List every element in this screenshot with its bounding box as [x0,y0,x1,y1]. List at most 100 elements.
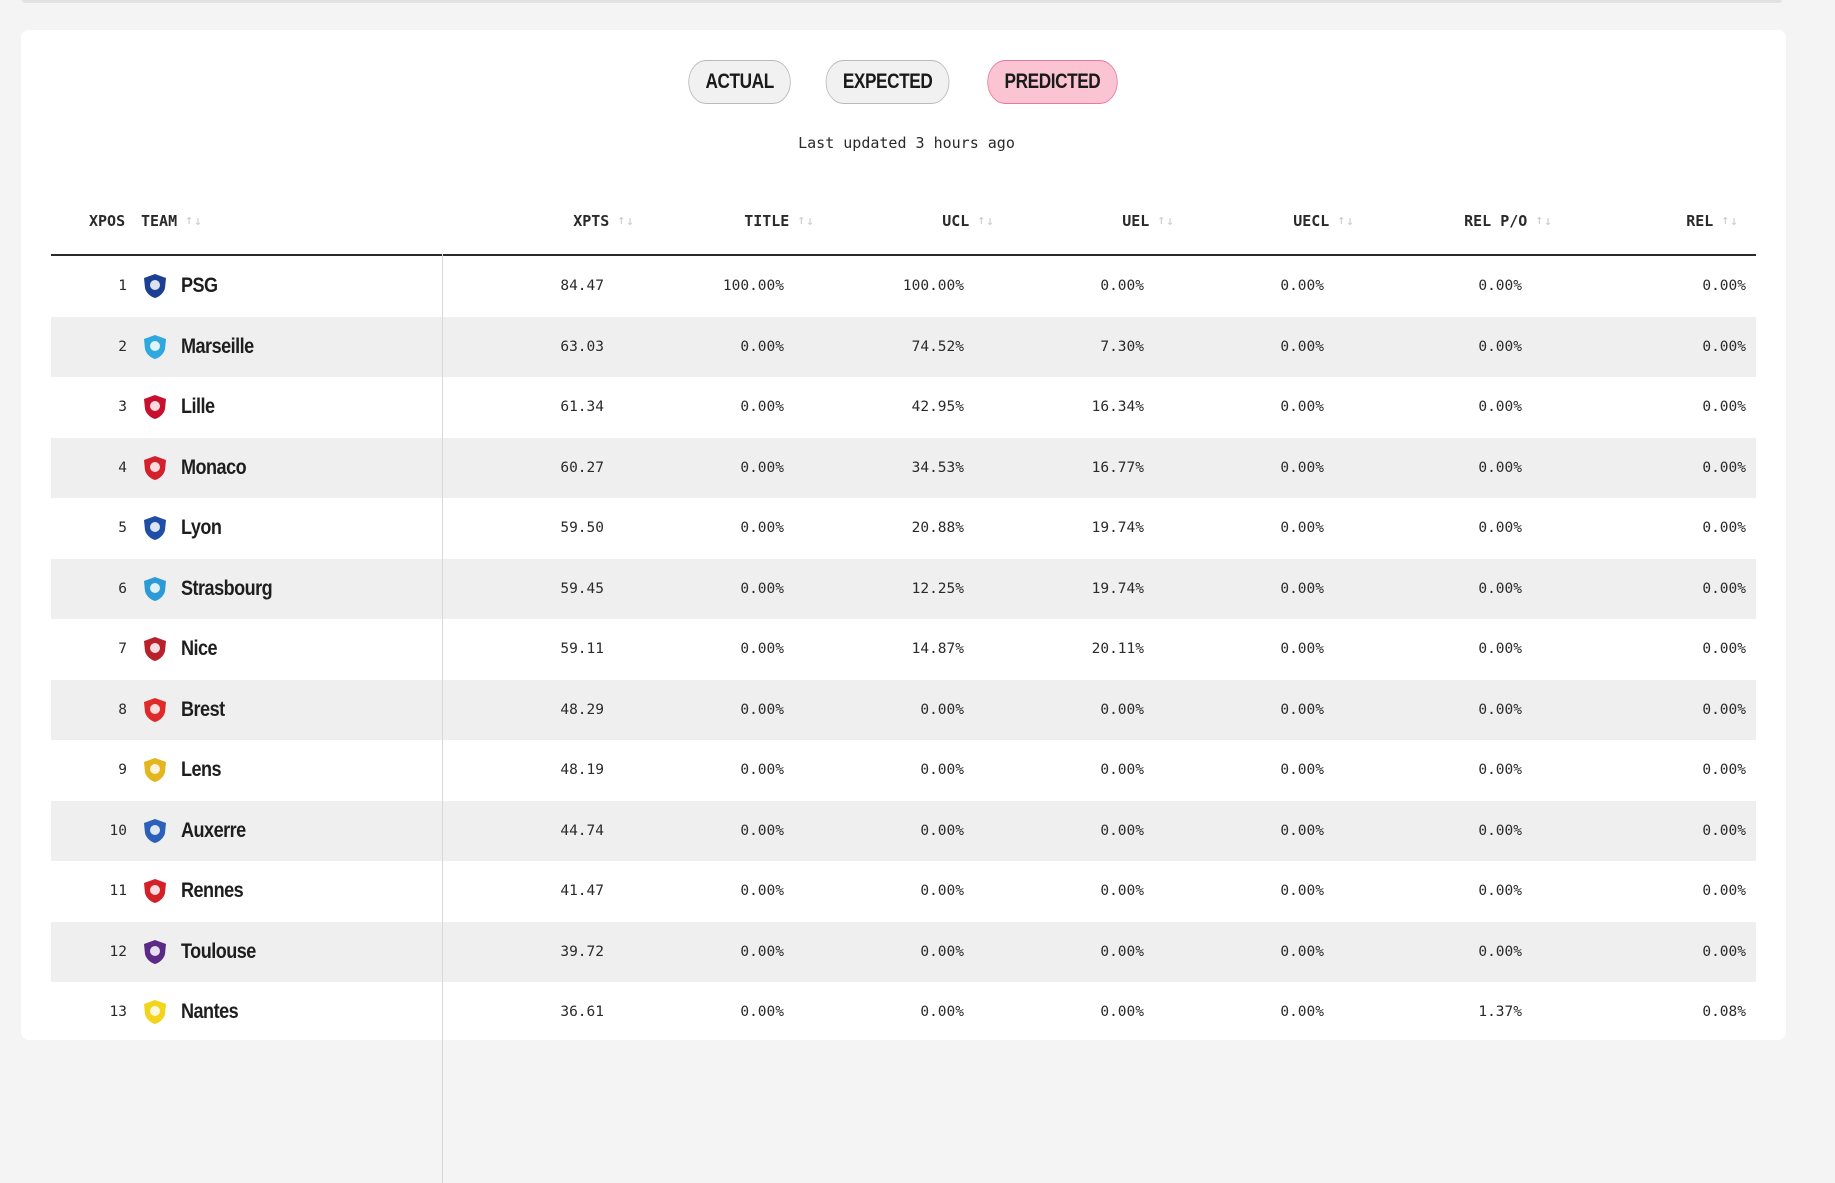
table-row[interactable]: 6 Strasbourg 59.45 0.00% 12.25% 19.74% 0… [51,558,1756,620]
uecl-cell: 0.00% [1280,399,1324,416]
table-row[interactable]: 2 Marseille 63.03 0.00% 74.52% 7.30% 0.0… [51,316,1756,378]
uel-cell: 0.00% [1100,1004,1144,1021]
col-header-rel[interactable]: REL ↑ ↓ [1686,212,1738,230]
col-header-xpts[interactable]: XPTS ↑ ↓ [573,212,634,230]
tab-expected[interactable]: EXPECTED [825,60,950,104]
xpts-cell: 44.74 [560,822,604,839]
team-cell[interactable]: Brest [141,680,232,741]
toulouse-crest-icon [141,938,169,966]
table-row[interactable]: 7 Nice 59.11 0.00% 14.87% 20.11% 0.00% 0… [51,619,1756,680]
table-row[interactable]: 3 Lille 61.34 0.00% 42.95% 16.34% 0.00% … [51,377,1756,438]
table-row[interactable]: 1 PSG 84.47 100.00% 100.00% 0.00% 0.00% … [51,256,1756,317]
col-header-ucl[interactable]: UCL ↑ ↓ [942,212,994,230]
col-header-title[interactable]: TITLE ↑ ↓ [744,212,814,230]
tab-actual[interactable]: ACTUAL [688,60,791,104]
title-cell: 0.00% [740,1004,784,1021]
sort-arrows-icon[interactable]: ↑ ↓ [1535,214,1552,228]
sort-arrows-icon[interactable]: ↑ ↓ [1721,214,1738,228]
rel-cell: 0.00% [1702,883,1746,900]
title-cell: 0.00% [740,883,784,900]
team-name: Lille [181,395,215,419]
title-cell: 0.00% [740,701,784,718]
col-header-team[interactable]: TEAM ↑ ↓ [141,212,202,230]
xpos-cell: 4 [118,459,127,476]
rel-po-cell: 0.00% [1478,399,1522,416]
team-cell[interactable]: Toulouse [141,922,268,983]
uecl-cell: 0.00% [1280,641,1324,658]
team-cell[interactable]: PSG [141,256,224,317]
sort-arrows-icon[interactable]: ↑ ↓ [617,214,634,228]
uecl-cell: 0.00% [1280,1004,1324,1021]
team-cell[interactable]: Monaco [141,438,257,499]
uel-cell: 7.30% [1100,338,1144,355]
tab-predicted[interactable]: PREDICTED [987,60,1118,104]
xpos-cell: 1 [118,278,127,295]
sort-arrows-icon[interactable]: ↑ ↓ [797,214,814,228]
team-name: Lens [181,758,222,782]
rel-po-cell: 0.00% [1478,701,1522,718]
ucl-cell: 74.52% [911,338,964,355]
team-cell[interactable]: Nantes [141,982,247,1043]
sort-arrows-icon[interactable]: ↑ ↓ [1337,214,1354,228]
uel-cell: 16.34% [1091,399,1144,416]
table-row[interactable]: 4 Monaco 60.27 0.00% 34.53% 16.77% 0.00%… [51,437,1756,499]
uecl-cell: 0.00% [1280,701,1324,718]
rel-cell: 0.00% [1702,822,1746,839]
ucl-cell: 0.00% [920,943,964,960]
ucl-cell: 0.00% [920,701,964,718]
rel-po-cell: 0.00% [1478,641,1522,658]
team-cell[interactable]: Rennes [141,861,253,922]
team-name: Brest [181,697,225,721]
ucl-cell: 0.00% [920,822,964,839]
table-row[interactable]: 10 Auxerre 44.74 0.00% 0.00% 0.00% 0.00%… [51,800,1756,862]
team-name: Nice [181,637,218,661]
team-cell[interactable]: Auxerre [141,801,256,862]
team-cell[interactable]: Strasbourg [141,559,287,620]
top-strip [22,0,1782,3]
xpts-cell: 39.72 [560,943,604,960]
col-header-uecl[interactable]: UECL ↑ ↓ [1293,212,1354,230]
brest-crest-icon [141,696,169,724]
psg-crest-icon [141,272,169,300]
xpts-cell: 63.03 [560,338,604,355]
uel-cell: 16.77% [1091,459,1144,476]
table-row[interactable]: 12 Toulouse 39.72 0.00% 0.00% 0.00% 0.00… [51,921,1756,983]
sort-arrows-icon[interactable]: ↑ ↓ [977,214,994,228]
rel-cell: 0.00% [1702,278,1746,295]
rel-cell: 0.00% [1702,520,1746,537]
table-row[interactable]: 13 Nantes 36.61 0.00% 0.00% 0.00% 0.00% … [51,982,1756,1043]
col-header-rel-po[interactable]: REL P/O ↑ ↓ [1464,212,1552,230]
table-body: 1 PSG 84.47 100.00% 100.00% 0.00% 0.00% … [51,256,1756,1043]
rel-po-cell: 0.00% [1478,338,1522,355]
sort-arrows-icon[interactable]: ↑ ↓ [185,214,202,228]
sort-arrows-icon[interactable]: ↑ ↓ [1157,214,1174,228]
ucl-cell: 100.00% [902,278,964,295]
xpts-cell: 48.29 [560,701,604,718]
rel-cell: 0.00% [1702,580,1746,597]
xpos-cell: 8 [118,701,127,718]
team-cell[interactable]: Marseille [141,317,266,378]
table-row[interactable]: 5 Lyon 59.50 0.00% 20.88% 19.74% 0.00% 0… [51,498,1756,559]
title-cell: 0.00% [740,399,784,416]
rel-cell: 0.00% [1702,762,1746,779]
table-row[interactable]: 8 Brest 48.29 0.00% 0.00% 0.00% 0.00% 0.… [51,679,1756,741]
rel-po-cell: 0.00% [1478,580,1522,597]
uel-cell: 0.00% [1100,701,1144,718]
team-cell[interactable]: Lens [141,740,228,801]
auxerre-crest-icon [141,817,169,845]
xpts-cell: 36.61 [560,1004,604,1021]
col-header-xpos: XPOS [89,212,126,230]
col-header-uel[interactable]: UEL ↑ ↓ [1122,212,1174,230]
xpos-cell: 2 [118,338,127,355]
table-row[interactable]: 9 Lens 48.19 0.00% 0.00% 0.00% 0.00% 0.0… [51,740,1756,801]
team-cell[interactable]: Lille [141,377,220,438]
title-cell: 0.00% [740,762,784,779]
team-cell[interactable]: Nice [141,619,223,680]
lens-crest-icon [141,756,169,784]
rel-po-cell: 0.00% [1478,459,1522,476]
team-cell[interactable]: Lyon [141,498,228,559]
predictions-table: XPOS TEAM ↑ ↓ XPTS ↑ ↓ TITLE ↑ ↓ UCL ↑ ↓ UEL… [51,200,1756,1183]
rel-cell: 0.00% [1702,338,1746,355]
table-row[interactable]: 11 Rennes 41.47 0.00% 0.00% 0.00% 0.00% … [51,861,1756,922]
rel-po-cell: 1.37% [1478,1004,1522,1021]
